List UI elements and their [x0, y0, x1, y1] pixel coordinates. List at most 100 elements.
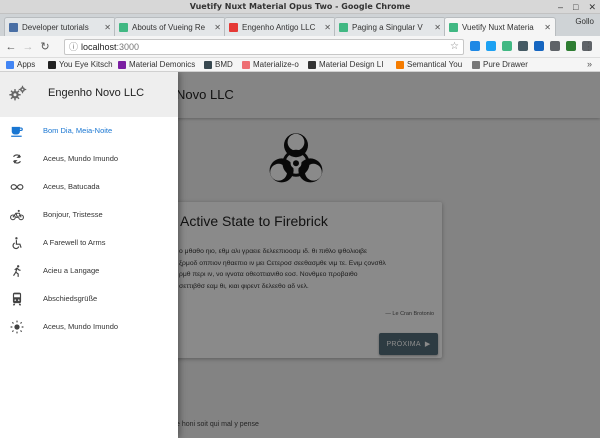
- drawer-item-label: Bom Dia, Meia-Noite: [43, 126, 113, 135]
- bookmark-icon: [472, 60, 480, 69]
- forward-arrow-icon[interactable]: →: [21, 40, 35, 54]
- bookmark-icon: [204, 60, 212, 69]
- apps-grid-icon: [6, 60, 14, 69]
- bookmark-label: Material Demonics: [129, 60, 196, 69]
- extension-icons: [470, 41, 592, 51]
- bookmarks-overflow-icon[interactable]: »: [587, 59, 592, 69]
- bookmark-label: Material Design LI: [319, 60, 384, 69]
- bookmark-item[interactable]: Semantical You: [396, 60, 462, 69]
- bookmark-label: Semantical You: [407, 60, 463, 69]
- navigation-drawer: Engenho Novo LLC Bom Dia, Meia-Noite Ace…: [0, 72, 178, 438]
- tab-favicon: [449, 22, 458, 32]
- tab-label: Paging a Singular V: [352, 22, 423, 32]
- extension-icon[interactable]: [470, 41, 480, 51]
- browser-tab[interactable]: Developer tutorials ✕: [4, 17, 116, 36]
- subway-icon: [12, 292, 22, 306]
- tab-label: Developer tutorials: [22, 22, 89, 32]
- tab-favicon: [119, 22, 128, 32]
- address-host: localhost: [81, 42, 117, 52]
- browser-toolbar: ← → ↻ ⓘ localhost:3000 ☆ ⋮: [0, 36, 600, 58]
- drawer-item-label: Aceus, Mundo Imundo: [43, 154, 119, 163]
- address-bar[interactable]: ⓘ localhost:3000 ☆: [64, 39, 464, 55]
- bookmarks-bar: Apps You Eye Kitsch Material Demonics BM…: [0, 58, 600, 72]
- browser-tab-active[interactable]: Vuetify Nuxt Materia ✕: [444, 17, 556, 36]
- tab-label: Vuetify Nuxt Materia: [462, 22, 534, 32]
- bookmark-label: BMD: [215, 60, 233, 69]
- accessible-icon: [12, 237, 22, 250]
- bookmark-label: Pure Drawer: [483, 60, 528, 69]
- browser-tab[interactable]: Engenho Antigo LLC ✕: [224, 17, 336, 36]
- window-controls: – □ ✕: [558, 2, 596, 13]
- bookmark-star-icon[interactable]: ☆: [450, 40, 459, 54]
- back-arrow-icon[interactable]: ←: [4, 40, 18, 54]
- tab-label: Abouts of Vueing Re: [132, 22, 206, 32]
- info-icon[interactable]: ⓘ: [69, 40, 78, 54]
- tab-close-icon[interactable]: ✕: [434, 23, 441, 32]
- profile-button[interactable]: Gollo: [575, 17, 594, 26]
- address-port: :3000: [116, 42, 140, 52]
- drawer-item-bonjour[interactable]: Bonjour, Tristesse: [0, 202, 178, 228]
- drawer-item-label: Aceus, Mundo Imundo: [43, 322, 119, 331]
- bookmark-icon: [118, 60, 126, 69]
- vue-devtools-icon[interactable]: [502, 41, 512, 51]
- bookmark-item[interactable]: Material Design LI: [308, 60, 383, 69]
- tab-close-icon[interactable]: ✕: [324, 23, 331, 32]
- app-page: Novo LLC Active State to Firebrick ο μθα…: [0, 72, 600, 438]
- drawer-item-label: A Farewell to Arms: [43, 238, 106, 247]
- tab-favicon: [229, 22, 238, 32]
- reload-icon[interactable]: ↻: [38, 40, 52, 54]
- drawer-item-bom-dia[interactable]: Bom Dia, Meia-Noite: [0, 118, 178, 144]
- browser-tab[interactable]: Paging a Singular V ✕: [334, 17, 446, 36]
- more-menu-icon[interactable]: ⋮: [583, 40, 594, 53]
- drawer-item-label: Aceus, Batucada: [43, 182, 100, 191]
- extension-icon[interactable]: [566, 41, 576, 51]
- bookmark-item[interactable]: Pure Drawer: [472, 60, 528, 69]
- tab-close-icon[interactable]: ✕: [214, 23, 221, 32]
- bookmark-icon: [308, 60, 316, 69]
- minimize-button[interactable]: –: [558, 2, 563, 13]
- bicycle-icon: [10, 209, 24, 221]
- bookmark-item[interactable]: BMD: [204, 60, 233, 69]
- bookmark-item[interactable]: Apps: [6, 60, 35, 69]
- drawer-item-label: Bonjour, Tristesse: [43, 210, 103, 219]
- running-icon: [13, 265, 21, 277]
- drawer-header: Engenho Novo LLC: [0, 72, 178, 117]
- extension-icon[interactable]: [518, 41, 528, 51]
- tab-label: Engenho Antigo LLC: [242, 22, 316, 32]
- extension-icon[interactable]: [534, 41, 544, 51]
- bookmark-icon: [48, 60, 56, 69]
- tab-close-icon[interactable]: ✕: [104, 23, 111, 32]
- drawer-item-mundo-imundo-2[interactable]: Aceus, Mundo Imundo: [0, 314, 178, 340]
- extension-icon[interactable]: [550, 41, 560, 51]
- tab-bar: Developer tutorials ✕ Abouts of Vueing R…: [0, 14, 600, 36]
- coffee-cup-icon: [11, 126, 23, 137]
- tab-favicon: [339, 22, 348, 32]
- maximize-button[interactable]: □: [573, 2, 578, 13]
- bookmark-item[interactable]: You Eye Kitsch: [48, 60, 113, 69]
- bookmark-item[interactable]: Materialize-o: [242, 60, 299, 69]
- drawer-item-batucada[interactable]: Aceus, Batucada: [0, 174, 178, 200]
- drawer-title: Engenho Novo LLC: [48, 87, 145, 99]
- sun-icon: [10, 320, 24, 334]
- window-titlebar: Vuetify Nuxt Material Opus Two - Google …: [0, 0, 600, 14]
- close-window-button[interactable]: ✕: [588, 2, 596, 13]
- extension-icon[interactable]: [486, 41, 496, 51]
- refresh-icon: [12, 154, 22, 164]
- gears-icon[interactable]: [9, 85, 27, 103]
- window-title: Vuetify Nuxt Material Opus Two - Google …: [189, 2, 411, 11]
- tab-close-icon[interactable]: ✕: [544, 23, 551, 32]
- bookmark-label: Apps: [17, 60, 36, 69]
- bookmark-item[interactable]: Material Demonics: [118, 60, 195, 69]
- bookmark-label: You Eye Kitsch: [59, 60, 113, 69]
- bookmark-icon: [242, 60, 250, 69]
- drawer-item-farewell[interactable]: A Farewell to Arms: [0, 230, 178, 256]
- bookmark-label: Materialize-o: [253, 60, 299, 69]
- bookmark-icon: [396, 60, 404, 69]
- browser-tab[interactable]: Abouts of Vueing Re ✕: [114, 17, 226, 36]
- drawer-item-abschiedsgruesse[interactable]: Abschiedsgrüße: [0, 286, 178, 312]
- drawer-item-label: Acieu a Langage: [43, 266, 100, 275]
- drawer-item-mundo-imundo[interactable]: Aceus, Mundo Imundo: [0, 146, 178, 172]
- tab-favicon: [9, 22, 18, 32]
- drawer-item-label: Abschiedsgrüße: [43, 294, 98, 303]
- drawer-item-langage[interactable]: Acieu a Langage: [0, 258, 178, 284]
